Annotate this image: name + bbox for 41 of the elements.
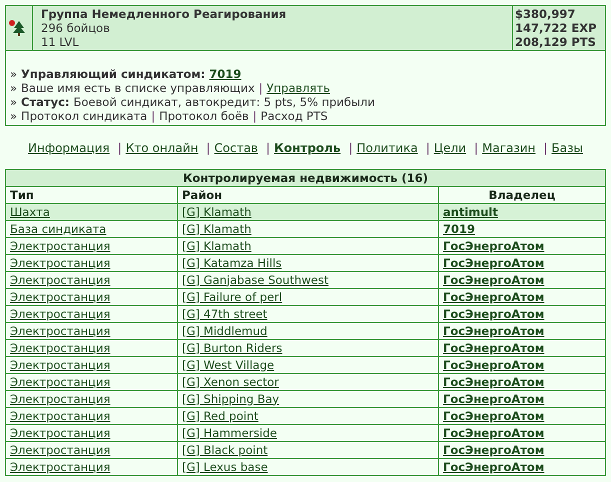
money-amount: $380,997 <box>515 7 576 21</box>
info-text: » <box>10 81 18 95</box>
info-text: Протокол синдиката <box>21 109 148 123</box>
separator: | <box>206 141 210 155</box>
syndicate-name: Группа Немедленного Реагирования <box>41 7 288 21</box>
exp-amount: 147,722 EXP <box>515 21 598 35</box>
nav-link[interactable]: Кто онлайн <box>126 141 198 155</box>
manager-link[interactable]: 7019 <box>209 67 242 81</box>
separator: | <box>118 141 122 155</box>
nav-link[interactable]: Информация <box>28 141 110 155</box>
info-label: Управляющий синдикатом: <box>21 67 206 81</box>
nav-link[interactable]: Магазин <box>482 141 536 155</box>
table-title: Контролируемая недвижимость (16) <box>6 170 606 186</box>
member-count: 296 бойцов <box>41 21 111 35</box>
info-label: Статус: <box>21 95 70 109</box>
info-text: » <box>10 67 18 81</box>
info-text: Протокол боёв <box>159 109 249 123</box>
manage-link[interactable]: Управлять <box>266 81 330 95</box>
property-type-link[interactable]: Шахта <box>10 204 50 218</box>
tree-icon <box>8 19 26 37</box>
nav-link[interactable]: Базы <box>552 141 583 155</box>
info-text: » <box>10 95 18 109</box>
nav-link[interactable]: Контроль <box>274 141 341 155</box>
separator: | <box>258 81 263 95</box>
pts-amount: 208,129 PTS <box>515 35 597 49</box>
separator: | <box>426 141 430 155</box>
nav-link[interactable]: Политика <box>356 141 418 155</box>
nav-link[interactable]: Цели <box>434 141 466 155</box>
separator: | <box>474 141 478 155</box>
separator: | <box>151 109 156 123</box>
syndicate-level: 11 LVL <box>41 35 80 49</box>
info-text: Боевой синдикат, автокредит: 5 pts, 5% прибыли <box>74 95 375 109</box>
nav-link[interactable]: Состав <box>214 141 258 155</box>
separator: | <box>348 141 353 155</box>
info-text: » <box>10 109 18 123</box>
info-text: Расход PTS <box>260 109 328 123</box>
separator: | <box>544 141 548 155</box>
info-text: Ваше имя есть в списке управляющих <box>21 81 255 95</box>
owner-link[interactable]: 7019 <box>443 222 476 236</box>
separator: | <box>266 141 270 155</box>
separator: | <box>252 109 257 123</box>
